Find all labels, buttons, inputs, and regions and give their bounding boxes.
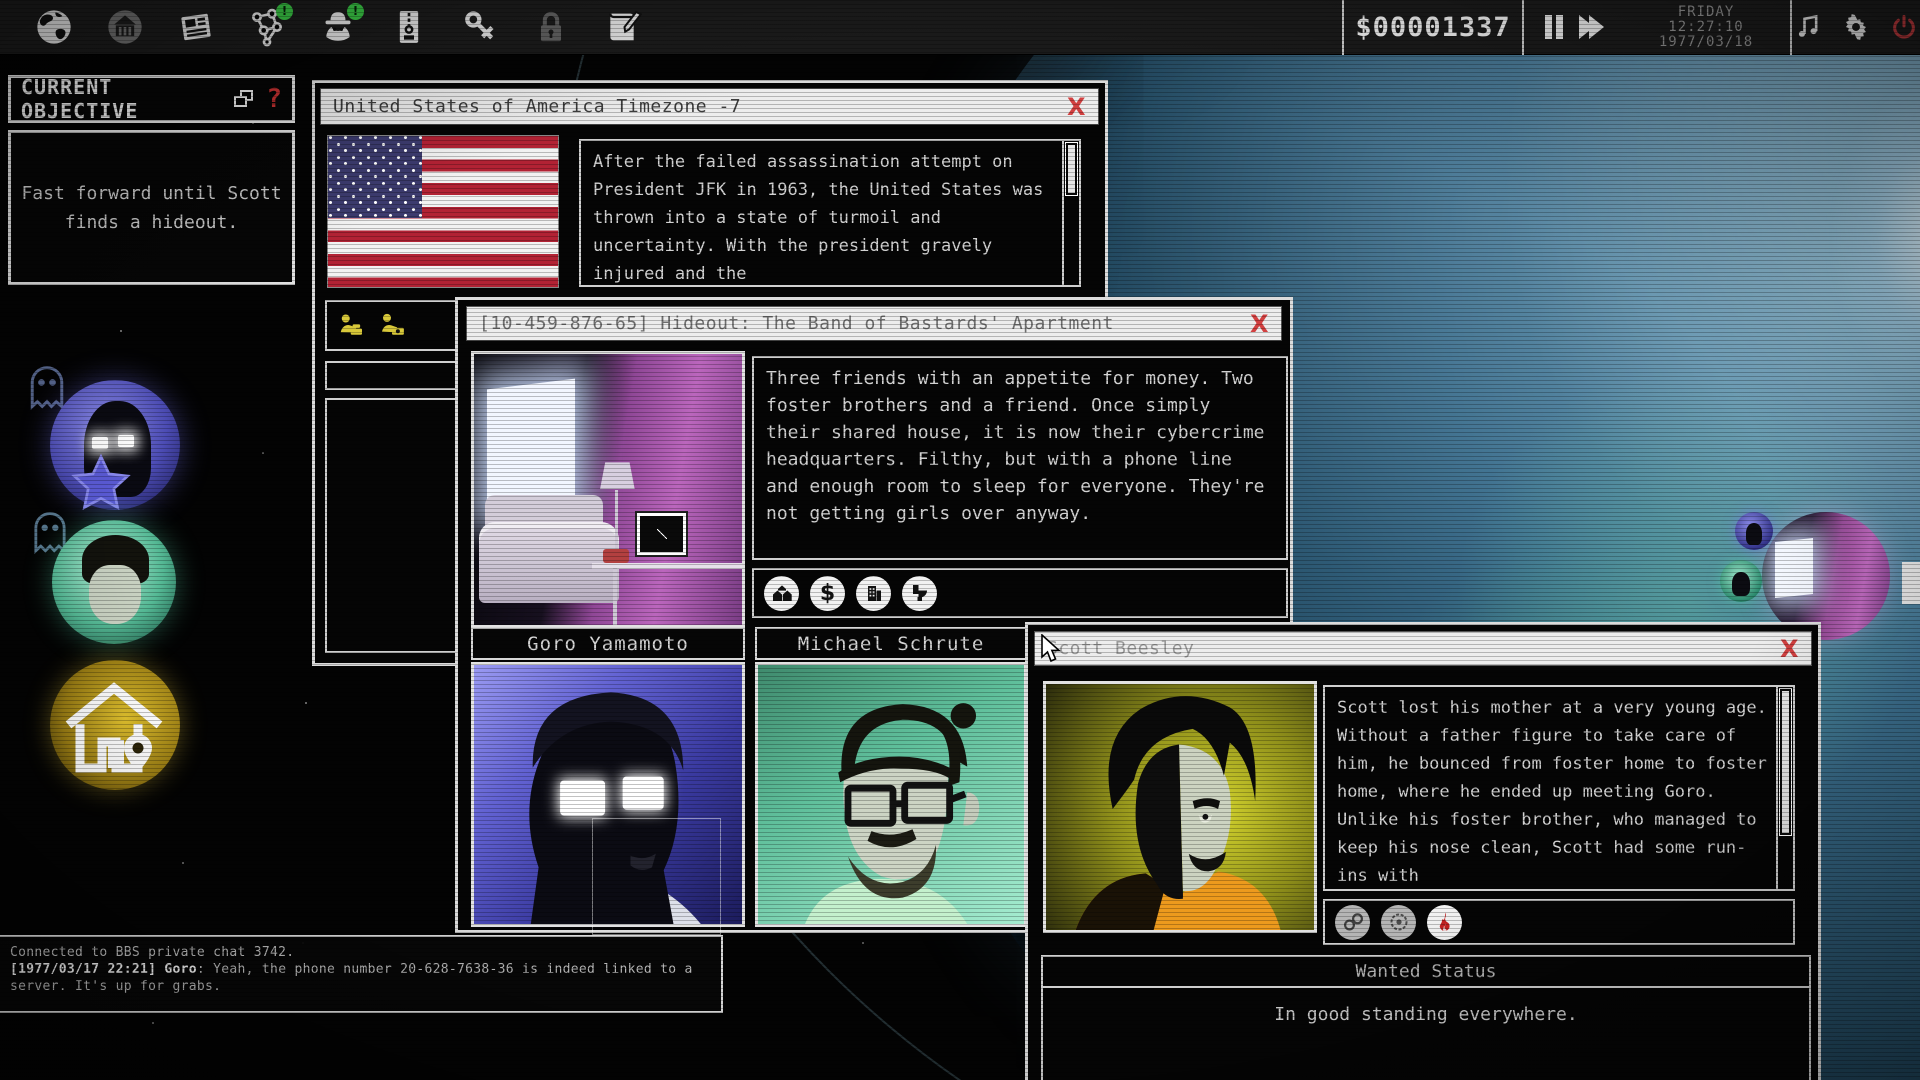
world-map-icon[interactable] xyxy=(32,5,76,49)
avatar-hideout-search[interactable] xyxy=(50,660,180,790)
character-window-titlebar[interactable]: Scott Beesley X xyxy=(1034,631,1812,666)
hideout-window-title: [10-459-876-65] Hideout: The Band of Bas… xyxy=(479,313,1250,334)
scrollbar[interactable] xyxy=(1062,141,1079,285)
objective-text: Fast forward until Scott finds a hideout… xyxy=(8,130,295,285)
encryption-icon[interactable] xyxy=(529,5,573,49)
usa-flag xyxy=(327,135,559,288)
wanted-status-value: In good standing everywhere. xyxy=(1043,988,1809,1025)
clock-display: FRIDAY 12:27:10 1977/03/18 xyxy=(1622,5,1790,50)
michael-portrait-art xyxy=(758,665,1024,924)
character-window-title: Scott Beesley xyxy=(1047,638,1780,659)
portrait-scott[interactable] xyxy=(1043,681,1317,933)
toolbar-icon-group: ! ! xyxy=(32,5,644,49)
clock-date: 1977/03/18 xyxy=(1622,35,1790,50)
hideout-window-titlebar[interactable]: [10-459-876-65] Hideout: The Band of Bas… xyxy=(466,306,1282,341)
portrait-michael[interactable] xyxy=(755,662,1027,927)
hideout-amenity-panel: $ xyxy=(752,568,1288,618)
journal-icon[interactable] xyxy=(600,5,644,49)
clock-day: FRIDAY xyxy=(1622,5,1790,20)
system-buttons xyxy=(1792,10,1920,44)
dossier-icon[interactable] xyxy=(387,5,431,49)
character-window: Scott Beesley X Scott lost his mother at… xyxy=(1025,622,1821,1080)
houses-icon[interactable] xyxy=(764,576,799,611)
objective-panel: CURRENT OBJECTIVE ? Fast forward until S… xyxy=(8,75,295,285)
map-edge-panel xyxy=(1902,562,1920,604)
pause-button[interactable] xyxy=(1543,15,1565,39)
hideout-photo xyxy=(471,351,745,628)
keys-icon[interactable] xyxy=(458,5,502,49)
wanted-status-panel: Wanted Status In good standing everywher… xyxy=(1041,955,1811,1080)
close-icon[interactable]: X xyxy=(1780,637,1799,661)
time-controls xyxy=(1524,15,1622,39)
handcuffs-icon[interactable] xyxy=(1335,905,1370,940)
map-hideout-location[interactable] xyxy=(1762,512,1890,640)
scrollbar[interactable] xyxy=(1776,687,1793,889)
top-toolbar: ! ! $00001337 xyxy=(0,0,1920,55)
character-bio: Scott lost his mother at a very young ag… xyxy=(1325,687,1793,897)
star-icon xyxy=(68,452,134,516)
hacker-figure-icon xyxy=(377,312,407,340)
objective-title: CURRENT OBJECTIVE xyxy=(21,75,234,123)
institutions-icon[interactable] xyxy=(103,5,147,49)
scrollbar-thumb[interactable] xyxy=(1066,143,1077,195)
avatar-michael[interactable] xyxy=(52,520,176,644)
map-michael-avatar[interactable] xyxy=(1720,560,1762,602)
hacker-figure-icon xyxy=(337,312,367,340)
notification-badge: ! xyxy=(347,3,364,20)
chat-line: Connected to BBS private chat 3742. xyxy=(10,944,711,961)
map-goro-avatar[interactable] xyxy=(1735,512,1773,550)
hideout-description: Three friends with an appetite for money… xyxy=(754,358,1286,534)
restore-window-icon[interactable] xyxy=(234,90,254,108)
wanted-status-header: Wanted Status xyxy=(1043,957,1809,988)
scott-portrait-art xyxy=(1046,684,1314,930)
country-window-titlebar[interactable]: United States of America Timezone -7 X xyxy=(320,88,1099,125)
country-description: After the failed assassination attempt o… xyxy=(581,141,1079,295)
close-icon[interactable]: X xyxy=(1250,312,1269,336)
chat-sender: [1977/03/17 22:21] Goro xyxy=(10,962,197,977)
member-nameplate-michael[interactable]: Michael Schrute xyxy=(755,627,1027,660)
settings-gear-icon[interactable] xyxy=(1840,10,1871,44)
contact-rail xyxy=(0,360,200,820)
help-icon[interactable]: ? xyxy=(266,84,282,114)
toilet-icon[interactable] xyxy=(902,576,937,611)
clock-time: 12:27:10 xyxy=(1622,20,1790,35)
flame-icon[interactable] xyxy=(1427,905,1462,940)
fast-forward-button[interactable] xyxy=(1579,15,1604,39)
country-window-title: United States of America Timezone -7 xyxy=(333,96,1067,117)
character-bio-panel: Scott lost his mother at a very young ag… xyxy=(1323,685,1795,891)
member-nameplate-goro[interactable]: Goro Yamamoto xyxy=(471,627,745,660)
hideout-description-panel: Three friends with an appetite for money… xyxy=(752,356,1288,560)
power-icon[interactable] xyxy=(1889,10,1920,44)
scrollbar-thumb[interactable] xyxy=(1780,689,1791,835)
country-description-panel: After the failed assassination attempt o… xyxy=(579,139,1081,287)
building-icon[interactable] xyxy=(856,576,891,611)
chat-line: [1977/03/17 22:21] Goro: Yeah, the phone… xyxy=(10,961,711,995)
game-screen: ! ! $00001337 xyxy=(0,0,1920,1080)
spy-icon[interactable]: ! xyxy=(316,5,360,49)
notification-badge: ! xyxy=(276,3,293,20)
close-icon[interactable]: X xyxy=(1067,95,1086,119)
character-status-panel xyxy=(1323,899,1795,945)
newspaper-icon[interactable] xyxy=(174,5,218,49)
money-display: $00001337 xyxy=(1344,12,1522,43)
music-icon[interactable] xyxy=(1792,10,1823,44)
objective-titlebar: CURRENT OBJECTIVE ? xyxy=(8,75,295,123)
map-selection-frame xyxy=(592,818,721,935)
house-search-icon xyxy=(64,678,164,778)
police-badge-icon[interactable] xyxy=(1381,905,1416,940)
network-icon[interactable]: ! xyxy=(245,5,289,49)
dollar-icon[interactable]: $ xyxy=(810,576,845,611)
bbs-chat-log[interactable]: Connected to BBS private chat 3742. [197… xyxy=(0,935,723,1013)
